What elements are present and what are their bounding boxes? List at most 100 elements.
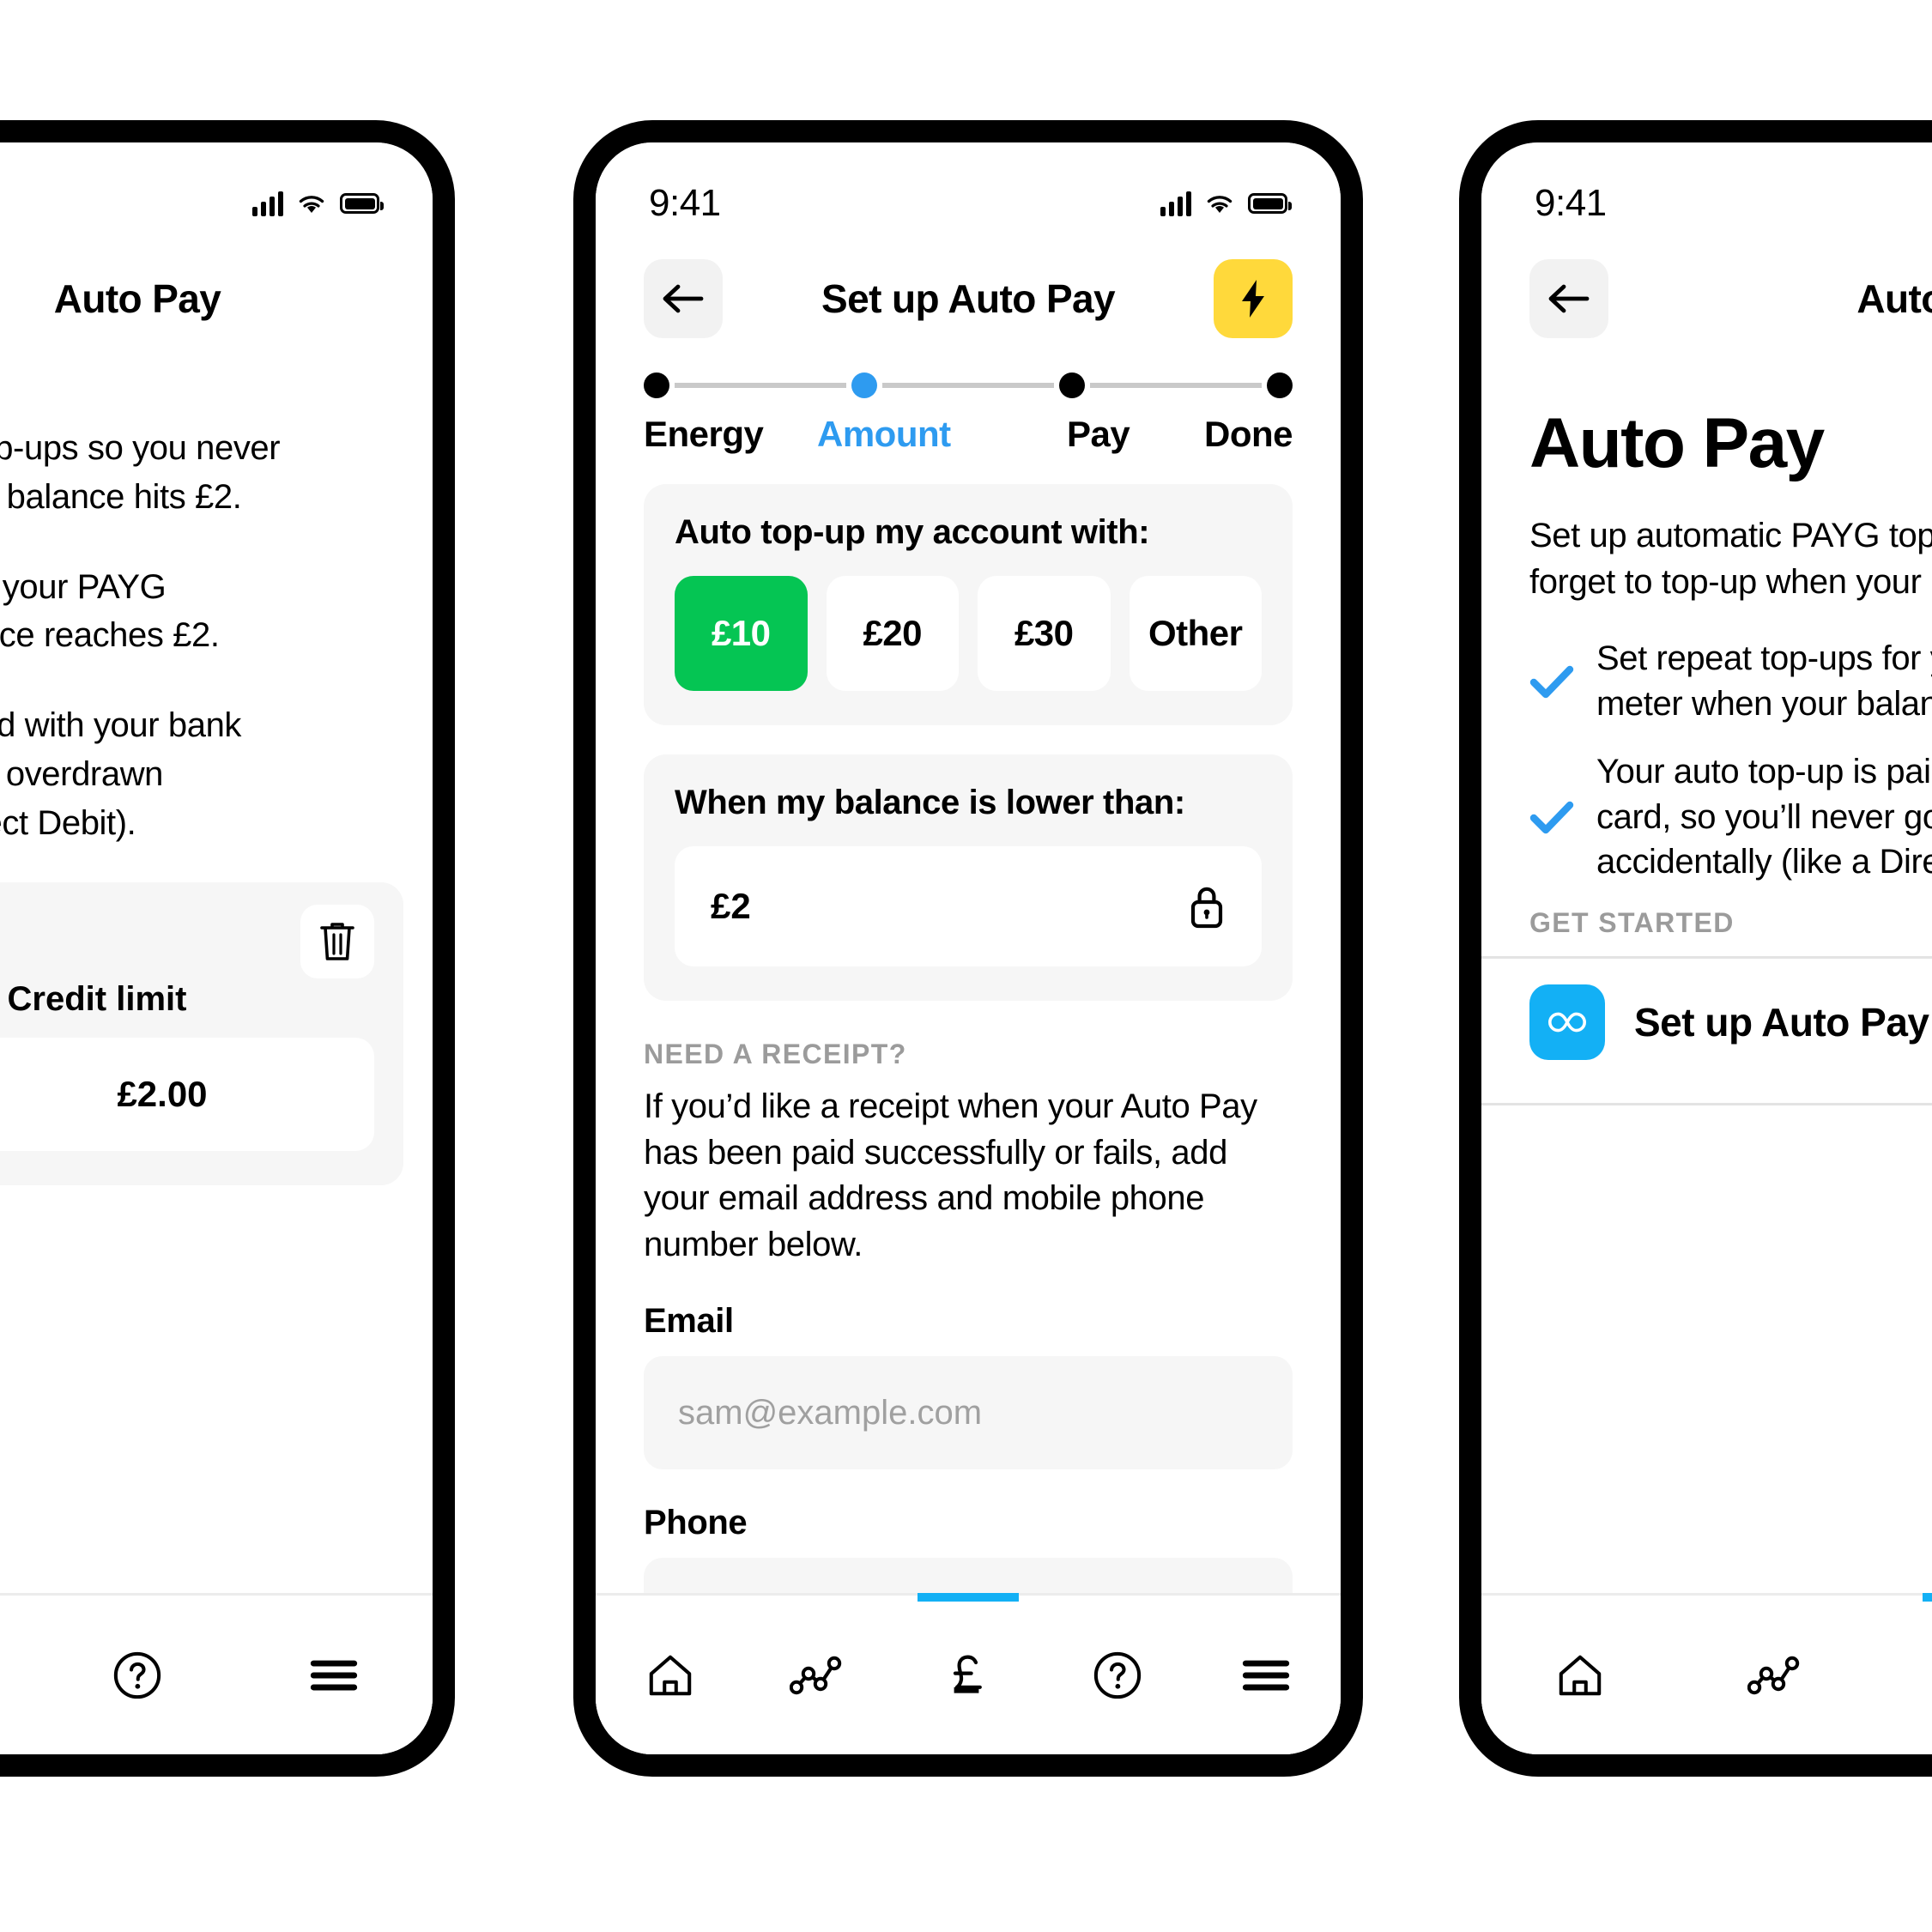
tab-pound-left[interactable] (0, 1596, 39, 1754)
signal-bars-icon (1160, 191, 1191, 216)
credit-limit-label: Credit limit (7, 979, 187, 1018)
receipt-section: NEED A RECEIPT? If you’d like a receipt … (596, 1001, 1341, 1672)
step-label-amount: Amount (817, 414, 951, 454)
amount-option-10[interactable]: £10 (675, 576, 808, 691)
check-icon (1529, 800, 1574, 834)
tab-menu-middle[interactable] (1191, 1596, 1341, 1754)
left-paragraph-3: o-up is paid with your bank ll never go … (0, 706, 242, 842)
phone-label: Phone (644, 1504, 748, 1542)
battery-icon (340, 193, 384, 214)
tab-help-middle[interactable] (1043, 1596, 1192, 1754)
infinity-icon (1529, 984, 1605, 1061)
stepper-track (644, 372, 1293, 398)
status-bar-left (0, 142, 433, 239)
wifi-icon (1205, 192, 1234, 215)
pound-icon (944, 1650, 992, 1701)
screen-middle: 9:41 Set up Auto Pay Energy Amount Pay D… (596, 142, 1341, 1754)
home-icon (1555, 1651, 1605, 1699)
lock-icon (1188, 883, 1226, 930)
stepper-segment (882, 383, 1054, 388)
nav-bar-middle: Set up Auto Pay (596, 239, 1341, 348)
threshold-card-title: When my balance is lower than: (675, 784, 1185, 821)
credit-limit-value[interactable]: £2.00 (0, 1037, 374, 1151)
hamburger-icon (1239, 1656, 1293, 1694)
status-time-middle: 9:41 (649, 182, 721, 224)
tab-bar-left (0, 1593, 433, 1754)
step-dot-amount[interactable] (851, 372, 877, 398)
receipt-eyebrow: NEED A RECEIPT? (644, 1039, 907, 1069)
nav-bar-left: Auto Pay (0, 239, 433, 348)
left-paragraph-1: c PAYG top-ups so you never when your ba… (0, 429, 281, 516)
question-circle-icon (112, 1650, 162, 1700)
credit-limit-row: £2.00 (0, 1037, 374, 1151)
list-divider-bottom (1481, 1103, 1932, 1106)
back-button[interactable] (644, 259, 723, 338)
amount-options: £10 £20 £30 Other (675, 576, 1262, 691)
left-paragraph-2: op-ups for your PAYG your balance reache… (0, 567, 220, 655)
benefit-item-1: Set repeat top-ups for yo meter when you… (1529, 636, 1932, 727)
amount-option-other[interactable]: Other (1129, 576, 1262, 691)
status-bar-right: 9:41 (1481, 142, 1932, 239)
amount-option-20[interactable]: £20 (826, 576, 959, 691)
tab-help-left[interactable] (39, 1596, 235, 1754)
hamburger-icon (307, 1656, 360, 1694)
setup-stepper: Energy Amount Pay Done (596, 348, 1341, 455)
signal-bars-icon (252, 191, 283, 216)
tab-bar-right (1481, 1593, 1932, 1754)
left-content: c PAYG top-ups so you never when your ba… (0, 348, 433, 1185)
screen-left: Auto Pay c PAYG top-ups so you never whe… (0, 142, 433, 1754)
tab-menu-left[interactable] (236, 1596, 433, 1754)
receipt-body: If you’d like a receipt when your Auto P… (644, 1087, 1257, 1263)
tab-bar-middle (596, 1593, 1341, 1754)
step-label-pay: Pay (1067, 414, 1130, 454)
status-bar-middle: 9:41 (596, 142, 1341, 239)
get-started-label: GET STARTED (1529, 907, 1735, 939)
phone-mockup-right: 9:41 Auto Pay Auto Pay Set up automatic … (1459, 120, 1932, 1777)
tab-active-indicator (1923, 1593, 1932, 1602)
status-icons-middle (1160, 191, 1292, 216)
wifi-icon (297, 192, 326, 215)
benefit-text-2: Your auto top-up is paid card, so you’ll… (1596, 752, 1932, 881)
email-input[interactable] (644, 1356, 1293, 1470)
phone-mockup-left: Auto Pay c PAYG top-ups so you never whe… (0, 120, 455, 1777)
trash-icon (317, 919, 358, 964)
tab-home-middle[interactable] (596, 1596, 745, 1754)
step-dot-done[interactable] (1267, 372, 1293, 398)
threshold-value: £2 (711, 886, 751, 926)
list-item-setup-auto-pay[interactable]: Set up Auto Pay (1481, 959, 1932, 1086)
energy-flash-button[interactable] (1214, 259, 1293, 338)
page-title-left: Auto Pay (53, 276, 221, 321)
tab-pound-right[interactable] (1875, 1593, 1932, 1754)
screenshot-canvas: Auto Pay c PAYG top-ups so you never whe… (0, 0, 1932, 1932)
email-label: Email (644, 1302, 734, 1341)
back-arrow-icon (662, 282, 705, 316)
threshold-field[interactable]: £2 (675, 846, 1262, 966)
step-dot-energy[interactable] (644, 372, 669, 398)
tab-usage-middle[interactable] (745, 1596, 894, 1754)
tab-pound-middle[interactable] (893, 1593, 1043, 1754)
phone-mockup-middle: 9:41 Set up Auto Pay Energy Amount Pay D… (573, 120, 1363, 1777)
back-button-right[interactable] (1529, 259, 1608, 338)
intro-paragraph-right: Set up automatic PAYG top-u forget to to… (1529, 517, 1932, 601)
lightning-bolt-icon (1239, 278, 1268, 319)
step-label-energy: Energy (644, 414, 764, 454)
stepper-segment (1090, 383, 1262, 388)
stepper-labels: Energy Amount Pay Done (644, 414, 1293, 455)
benefit-text-1: Set repeat top-ups for yo meter when you… (1596, 639, 1932, 723)
page-heading-right: Auto Pay (1529, 404, 1825, 482)
benefit-item-2: Your auto top-up is paid card, so you’ll… (1529, 749, 1932, 885)
question-circle-icon (1093, 1650, 1142, 1700)
amount-option-30[interactable]: £30 (978, 576, 1111, 691)
tab-active-indicator (917, 1593, 1019, 1602)
chart-line-icon (1747, 1655, 1806, 1696)
tab-home-right[interactable] (1481, 1596, 1678, 1754)
delete-button[interactable] (300, 904, 374, 978)
step-dot-pay[interactable] (1059, 372, 1085, 398)
list-item-label: Set up Auto Pay (1634, 1000, 1929, 1045)
status-icons (252, 191, 384, 216)
tab-usage-right[interactable] (1678, 1596, 1874, 1754)
balance-threshold-card: When my balance is lower than: £2 (644, 754, 1293, 1001)
step-label-done: Done (1204, 414, 1293, 454)
screen-right: 9:41 Auto Pay Auto Pay Set up automatic … (1481, 142, 1932, 1754)
battery-icon (1248, 193, 1292, 214)
